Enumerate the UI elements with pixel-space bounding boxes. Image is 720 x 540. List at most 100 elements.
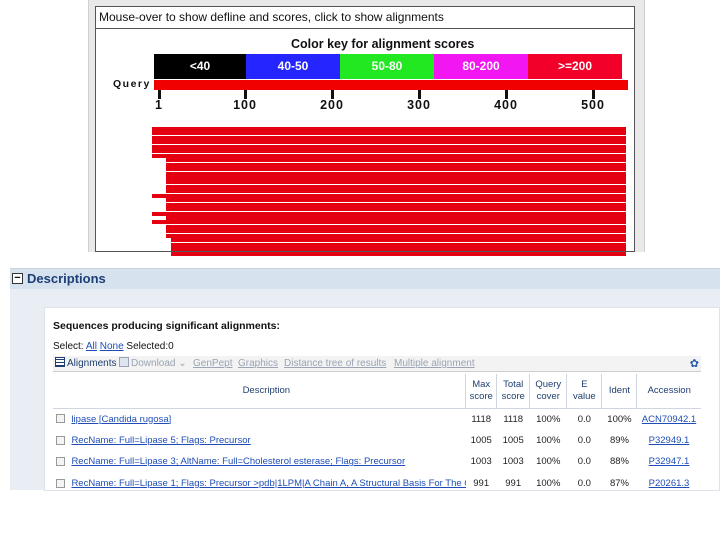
select-none-link[interactable]: None [100, 341, 124, 352]
max-score-value: 1118 [471, 413, 492, 425]
column-query-cover-line1: Query [535, 378, 562, 390]
gear-icon[interactable]: ✿ [690, 356, 699, 372]
max-score-cell: 1005 [466, 430, 497, 452]
select-all-link[interactable]: All [86, 341, 97, 352]
color-key-cell: <40 [154, 54, 246, 79]
accession-link[interactable]: P32947.1 [649, 456, 690, 467]
alignment-hit-bar[interactable] [152, 144, 626, 149]
ident-value: 89% [609, 434, 629, 446]
row-checkbox-cell [53, 451, 67, 473]
alignment-hit-bar[interactable] [152, 127, 626, 131]
download-label: Download [131, 358, 176, 369]
alignment-hit-bar[interactable] [166, 180, 626, 185]
table-row[interactable]: lipase [Candida rugosa] 1118 1118 100% 0.0 10… [53, 408, 701, 430]
alignment-hit-bar[interactable] [166, 224, 626, 229]
column-description[interactable]: Description [67, 374, 467, 409]
select-label: Select: [53, 341, 84, 352]
accession-link[interactable]: ACN70942.1 [642, 414, 696, 425]
descriptions-header[interactable]: − Descriptions [10, 269, 720, 289]
alignment-hit-bar[interactable] [171, 247, 626, 252]
alignment-hit-bar[interactable] [166, 216, 626, 220]
alignment-hit-bar[interactable] [166, 167, 626, 172]
alignment-hit-bar[interactable] [166, 207, 626, 212]
description-link[interactable]: RecName: Full=Lipase 1; Flags: Precursor… [71, 478, 465, 489]
ident-value: 88% [609, 456, 629, 468]
alignment-hit-bar[interactable] [166, 202, 626, 207]
total-score-cell: 1003 [497, 451, 530, 473]
total-score-value: 1118 [503, 413, 524, 425]
ruler-tick-label: 100 [233, 98, 257, 112]
alignment-hit-bar[interactable] [152, 211, 626, 216]
download-button[interactable]: Download ⌄ [119, 356, 187, 372]
row-checkbox[interactable] [55, 457, 65, 467]
distance-tree-link[interactable]: Distance tree of results [284, 356, 386, 372]
query-cover-value: 100% [536, 413, 561, 425]
row-checkbox[interactable] [55, 414, 65, 424]
table-row[interactable]: RecName: Full=Lipase 3; AltName: Full=Ch… [53, 451, 701, 473]
alignment-hit-bar[interactable] [166, 233, 626, 238]
alignment-hit-bar[interactable] [171, 242, 626, 247]
description-link[interactable]: RecName: Full=Lipase 3; AltName: Full=Ch… [71, 456, 405, 467]
ruler-tick-label: 300 [407, 98, 431, 112]
column-total-score-line2: score [501, 390, 525, 402]
e-value-cell: 0.0 [567, 430, 602, 452]
descriptions-title: Descriptions [27, 271, 106, 286]
alignments-button[interactable]: Alignments [55, 356, 116, 372]
alignment-hit-bar[interactable] [152, 220, 626, 225]
column-ident[interactable]: Ident [601, 374, 638, 409]
description-link[interactable]: lipase [Candida rugosa] [71, 414, 171, 425]
alignment-hit-bar[interactable] [166, 184, 626, 189]
e-value-value: 0.0 [577, 477, 591, 489]
collapse-toggle-icon[interactable]: − [12, 273, 23, 284]
alignment-hit-bar[interactable] [166, 162, 626, 167]
row-checkbox-cell [53, 408, 67, 430]
column-max-score[interactable]: Max score [465, 374, 498, 409]
ident-value: 87% [609, 477, 629, 489]
alignment-graphic: Mouse-over to show defline and scores, c… [95, 6, 635, 256]
query-cover-cell: 100% [530, 408, 567, 430]
alignment-hit-bar[interactable] [166, 229, 626, 234]
query-cover-value: 100% [536, 434, 561, 446]
alignment-hit-bar[interactable] [152, 153, 626, 158]
row-checkbox[interactable] [55, 478, 65, 488]
alignment-hit-bar[interactable] [166, 198, 626, 203]
ident-cell: 88% [602, 451, 637, 473]
graphics-link[interactable]: Graphics [238, 356, 278, 372]
alignment-hit-bar[interactable] [152, 135, 626, 140]
alignment-hit-bar[interactable] [171, 238, 626, 243]
alignment-hit-bar[interactable] [152, 149, 626, 154]
alignment-hit-bar[interactable] [152, 140, 626, 145]
table-row[interactable]: RecName: Full=Lipase 1; Flags: Precursor… [53, 473, 701, 495]
e-value-value: 0.0 [577, 434, 591, 446]
multiple-alignment-link[interactable]: Multiple alignment [394, 356, 475, 372]
query-bar [154, 80, 628, 90]
column-query-cover[interactable]: Query cover [529, 374, 568, 409]
alignment-hit-bar[interactable] [152, 193, 626, 198]
alignment-hit-bar[interactable] [166, 171, 626, 176]
row-checkbox[interactable] [55, 435, 65, 445]
selected-count: Selected:0 [126, 341, 174, 352]
results-table: Description Max score Total score Query cov… [53, 374, 701, 494]
select-row: Select: All None Selected:0 [53, 341, 174, 352]
total-score-value: 1005 [502, 434, 524, 446]
accession-link[interactable]: P32949.1 [649, 435, 690, 446]
genpept-link[interactable]: GenPept [193, 356, 232, 372]
description-cell: RecName: Full=Lipase 5; Flags: Precursor [67, 430, 465, 452]
alignment-hit-bar[interactable] [166, 189, 626, 194]
alignment-hit-bar[interactable] [166, 158, 626, 163]
alignment-hit-bar[interactable] [166, 175, 626, 180]
alignment-hit-bar[interactable] [171, 251, 626, 256]
color-key: <40 40-50 50-80 80-200 >=200 [154, 54, 622, 79]
description-link[interactable]: RecName: Full=Lipase 5; Flags: Precursor [71, 435, 250, 446]
ruler-tick-label: 200 [320, 98, 344, 112]
description-cell: RecName: Full=Lipase 3; AltName: Full=Ch… [67, 451, 465, 473]
accession-link[interactable]: P20261.3 [649, 478, 690, 489]
total-score-value: 991 [505, 477, 522, 489]
column-accession[interactable]: Accession [636, 374, 701, 409]
query-cover-cell: 100% [530, 430, 567, 452]
column-e-value[interactable]: Evalue [566, 374, 603, 409]
table-row[interactable]: RecName: Full=Lipase 5; Flags: Precursor… [53, 430, 701, 452]
total-score-cell: 991 [497, 473, 530, 495]
column-total-score[interactable]: Total score [496, 374, 531, 409]
alignment-hit-bar[interactable] [152, 131, 626, 136]
